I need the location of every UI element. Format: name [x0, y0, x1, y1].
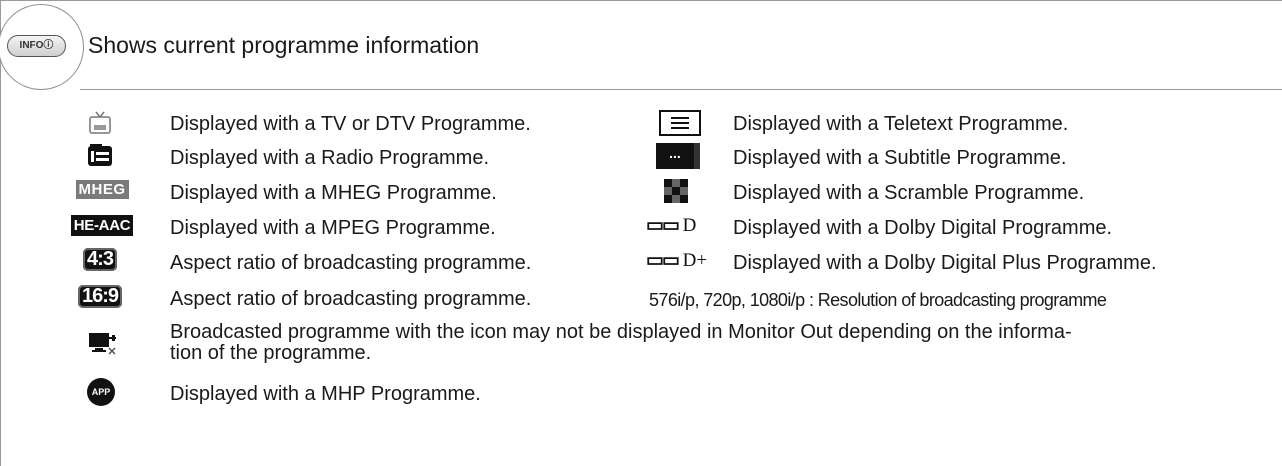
resolution-note: 576i/p, 720p, 1080i/p : Resolution of br… [649, 290, 1107, 310]
aspect-4-3-badge: 4:3 [83, 247, 117, 271]
aspect-4-3-label: Aspect ratio of broadcasting programme. [170, 252, 532, 274]
dolby-digital-plus-label: Displayed with a Dolby Digital Plus Prog… [733, 252, 1157, 274]
aspect-4-3-icon: 4:3 [78, 243, 122, 275]
teletext-icon [656, 108, 704, 138]
subtitle-badge: ... [656, 143, 700, 169]
aspect-16-9-icon: 16:9 [74, 280, 126, 312]
monitor-out-note-line1: Broadcasted programme with the icon may … [170, 321, 1072, 343]
app-icon: APP [84, 376, 118, 408]
aspect-16-9-label: Aspect ratio of broadcasting programme. [170, 288, 532, 310]
mheg-badge: MHEG [75, 179, 129, 199]
aspect-16-9-badge: 16:9 [77, 284, 123, 308]
info-button-icon: INFOⓘ [7, 35, 66, 57]
he-aac-badge: HE-AAC [70, 214, 134, 236]
dolby-digital-icon: ▭▭ D [646, 214, 697, 236]
tv-programme-label: Displayed with a TV or DTV Programme. [170, 113, 531, 135]
header-divider [80, 89, 1282, 90]
subtitle-programme-label: Displayed with a Subtitle Programme. [733, 147, 1067, 169]
page-title: Shows current programme information [88, 32, 480, 58]
mheg-programme-label: Displayed with a MHEG Programme. [170, 182, 497, 204]
dolby-digital-badge: D [682, 214, 697, 236]
frame-left-border [0, 0, 1, 466]
dolby-digital-plus-badge: D+ [682, 249, 708, 271]
mpeg-programme-label: Displayed with a MPEG Programme. [170, 217, 496, 239]
frame-top-border [0, 0, 1282, 1]
scramble-icon [660, 176, 692, 206]
he-aac-icon: HE-AAC [64, 210, 140, 240]
mheg-icon: MHEG [66, 174, 138, 204]
subtitle-icon: ... [650, 140, 706, 172]
dolby-digital-plus-icon: ▭▭ D+ [646, 249, 708, 271]
tv-icon [84, 108, 116, 138]
scramble-programme-label: Displayed with a Scramble Programme. [733, 182, 1085, 204]
monitor-out-icon [86, 328, 120, 358]
monitor-out-note-line2: tion of the programme. [170, 342, 372, 364]
app-badge: APP [87, 378, 115, 406]
radio-icon [84, 140, 116, 170]
dolby-digital-label: Displayed with a Dolby Digital Programme… [733, 217, 1113, 239]
radio-programme-label: Displayed with a Radio Programme. [170, 147, 490, 169]
teletext-programme-label: Displayed with a Teletext Programme. [733, 113, 1069, 135]
mhp-programme-label: Displayed with a MHP Programme. [170, 383, 481, 405]
